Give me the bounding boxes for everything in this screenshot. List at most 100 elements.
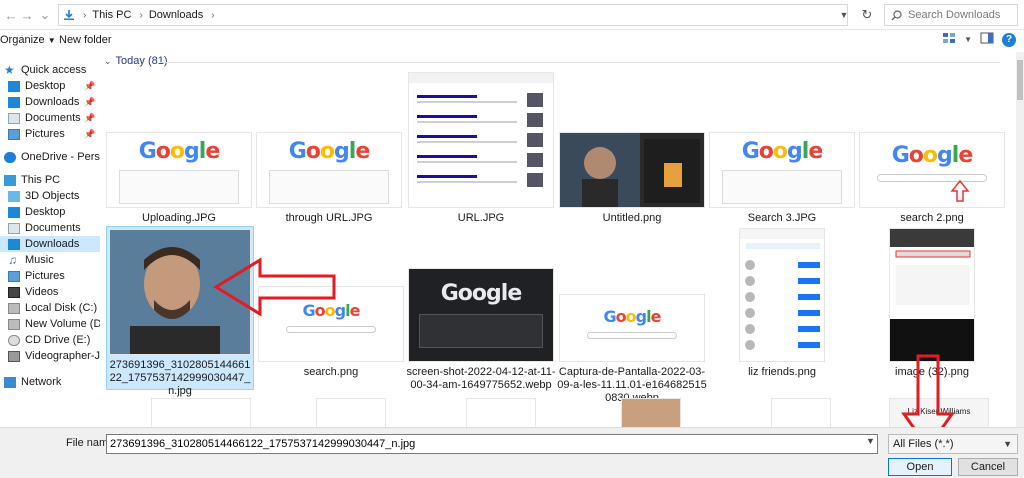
file-item-row3-3[interactable] — [426, 398, 576, 427]
forward-arrow-icon[interactable]: → — [18, 4, 36, 26]
sidebar-item-videos[interactable]: Videos — [8, 284, 100, 300]
red-arrow-icon — [950, 179, 970, 202]
file-item-row3-1[interactable] — [126, 398, 276, 427]
address-bar[interactable]: › This PC › Downloads › — [58, 4, 848, 26]
breadcrumb-separator: › — [211, 9, 215, 21]
file-type-select[interactable]: All Files (*.*) ▼ — [888, 434, 1018, 454]
sidebar-item-desktop-pc[interactable]: Desktop — [8, 204, 100, 220]
view-options-icon[interactable] — [942, 32, 956, 47]
sidebar-item-label: Music — [25, 254, 54, 266]
address-history-dropdown-icon[interactable]: ▼ — [834, 4, 854, 26]
sidebar-item-videographer-jhan[interactable]: Videographer-Jhan — [8, 348, 100, 364]
desktop-icon — [8, 80, 20, 92]
sidebar-item-documents-pc[interactable]: Documents — [8, 220, 100, 236]
cd-icon — [8, 334, 20, 346]
sidebar-item-local-disk-c[interactable]: Local Disk (C:) — [8, 300, 100, 316]
sidebar-item-desktop[interactable]: Desktop 📌 — [8, 78, 100, 94]
sidebar-item-label: CD Drive (E:) — [25, 334, 91, 346]
search-by-image-panel — [119, 170, 239, 204]
pin-icon[interactable]: 📌 — [84, 113, 95, 124]
file-item-search[interactable]: Google search.png — [256, 286, 406, 379]
sidebar-item-label: Documents — [25, 222, 81, 234]
preview-pane-icon[interactable] — [980, 32, 994, 47]
file-name: image (32).png — [895, 366, 969, 378]
new-folder-button[interactable]: New folder — [59, 34, 112, 46]
sidebar-item-quick-access[interactable]: ★ Quick access — [4, 62, 100, 78]
file-item-selected-photo[interactable]: 273691396_310280514466122_17575371429990… — [106, 226, 254, 397]
sidebar-item-network[interactable]: Network — [4, 374, 100, 390]
cancel-button[interactable]: Cancel — [958, 458, 1018, 476]
computer-icon — [4, 174, 16, 186]
portrait-preview — [110, 230, 250, 354]
sidebar-item-downloads[interactable]: Downloads 📌 — [8, 94, 100, 110]
scrollbar-thumb[interactable] — [1017, 60, 1023, 100]
drive-icon — [8, 318, 20, 330]
chevron-down-icon[interactable]: ▼ — [964, 35, 972, 44]
vertical-scrollbar[interactable] — [1016, 52, 1024, 427]
file-item-row3-6[interactable]: Liz Kiser Williams — [864, 398, 1010, 427]
chevron-down-icon[interactable]: ▼ — [866, 436, 875, 446]
file-thumbnail: Google — [709, 132, 855, 208]
pin-icon[interactable]: 📌 — [84, 97, 95, 108]
file-item-captura[interactable]: Google Captura-de-Pantalla-2022-03-09-a-… — [557, 294, 707, 405]
profile-preview — [890, 229, 974, 361]
sidebar-item-pictures[interactable]: Pictures 📌 — [8, 126, 100, 142]
file-thumbnail: Google — [256, 132, 402, 208]
file-item-row3-4[interactable] — [576, 398, 726, 427]
google-logo: Google — [741, 139, 824, 164]
file-item-row3-5[interactable] — [726, 398, 876, 427]
sidebar-item-label: This PC — [21, 174, 61, 186]
sidebar-item-3d-objects[interactable]: 3D Objects — [8, 188, 100, 204]
file-item-image-32[interactable]: image (32).png — [857, 228, 1007, 379]
breadcrumb-downloads[interactable]: Downloads — [149, 9, 203, 21]
file-item-liz-friends[interactable]: liz friends.png — [707, 228, 857, 379]
organize-button[interactable]: Organize ▼ — [0, 34, 56, 46]
sidebar-item-this-pc[interactable]: This PC — [4, 172, 100, 188]
file-name: Uploading.JPG — [142, 212, 216, 224]
breadcrumb-separator: › — [83, 9, 87, 21]
organize-label: Organize — [0, 34, 45, 46]
sidebar-item-music[interactable]: ♫ Music — [8, 252, 100, 268]
network-icon — [4, 376, 16, 388]
sidebar-item-onedrive[interactable]: OneDrive - Personal — [4, 149, 100, 165]
file-item-url[interactable]: URL.JPG — [406, 72, 556, 225]
photo-preview — [560, 133, 700, 207]
sidebar-item-documents[interactable]: Documents 📌 — [8, 110, 100, 126]
downloads-icon — [8, 96, 20, 108]
sidebar-item-label: Videographer-Jhan — [25, 350, 100, 362]
group-header-today[interactable]: ⌄ Today (81) — [104, 55, 168, 67]
file-item-search-2[interactable]: Google search 2.png — [857, 132, 1007, 225]
file-item-row3-2[interactable] — [276, 398, 426, 427]
cube-icon — [8, 190, 20, 202]
pin-icon[interactable]: 📌 — [84, 81, 95, 92]
search-bar-preview — [587, 332, 677, 339]
chevron-down-icon: ▼ — [47, 36, 56, 45]
breadcrumb-separator: › — [139, 9, 143, 21]
breadcrumb-this-pc[interactable]: This PC — [92, 9, 131, 21]
file-thumbnail: Google — [559, 294, 705, 362]
file-name-input[interactable] — [106, 434, 878, 454]
file-item-screen-shot[interactable]: Google screen-shot-2022-04-12-at-11-00-3… — [406, 268, 556, 392]
file-item-through-url[interactable]: Google through URL.JPG — [254, 132, 404, 225]
file-item-search-3[interactable]: Google Search 3.JPG — [707, 132, 857, 225]
file-item-uploading[interactable]: Google Uploading.JPG — [104, 132, 254, 225]
chevron-down-icon: ⌄ — [104, 55, 112, 66]
sidebar-item-downloads-pc[interactable]: Downloads — [0, 236, 100, 252]
refresh-icon[interactable]: ↻ — [856, 4, 878, 26]
help-icon[interactable]: ? — [1002, 32, 1016, 47]
sidebar-item-label: Pictures — [25, 270, 65, 282]
file-thumbnail — [151, 398, 251, 427]
sidebar-item-cd-drive-e[interactable]: CD Drive (E:) — [8, 332, 100, 348]
sidebar-item-label: New Volume (D:) — [25, 318, 100, 330]
sidebar-item-pictures-pc[interactable]: Pictures — [8, 268, 100, 284]
navigation-pane: ★ Quick access Desktop 📌 Downloads 📌 Doc… — [0, 56, 100, 426]
chevron-down-icon[interactable]: ⌄ — [36, 4, 54, 26]
pictures-icon — [8, 128, 20, 140]
file-type-value: All Files (*.*) — [893, 438, 954, 450]
sidebar-item-new-volume-d[interactable]: New Volume (D:) — [8, 316, 100, 332]
file-item-untitled[interactable]: Untitled.png — [557, 132, 707, 225]
open-button[interactable]: Open — [888, 458, 952, 476]
search-input[interactable]: Search Downloads — [884, 4, 1018, 26]
pin-icon[interactable]: 📌 — [84, 129, 95, 140]
view-controls: ▼ ? — [942, 32, 1016, 47]
